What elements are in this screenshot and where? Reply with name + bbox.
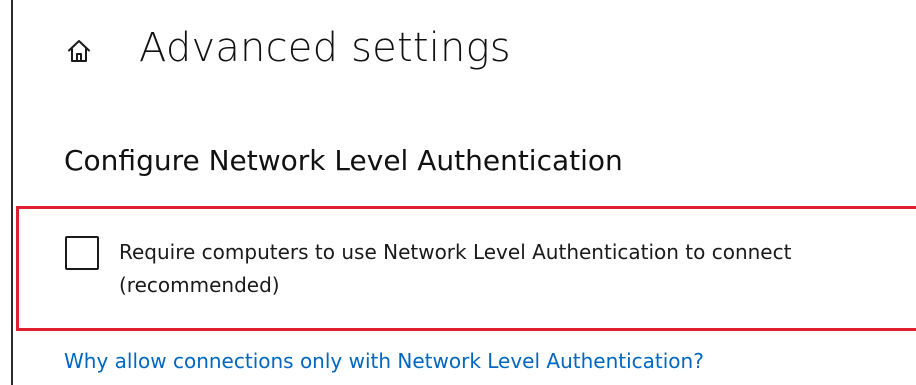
nla-checkbox-label[interactable]: Require computers to use Network Level A… xyxy=(119,236,899,302)
home-icon[interactable] xyxy=(66,38,92,64)
page-header: Advanced settings xyxy=(66,16,511,80)
nla-label-line-2: (recommended) xyxy=(119,273,280,297)
nla-checkbox[interactable] xyxy=(65,236,99,270)
section-title: Configure Network Level Authentication xyxy=(64,144,623,177)
nla-help-link[interactable]: Why allow connections only with Network … xyxy=(64,349,704,373)
nla-option-row[interactable]: Require computers to use Network Level A… xyxy=(65,236,899,302)
page-title: Advanced settings xyxy=(139,25,511,71)
nla-label-line-1: Require computers to use Network Level A… xyxy=(119,240,792,264)
